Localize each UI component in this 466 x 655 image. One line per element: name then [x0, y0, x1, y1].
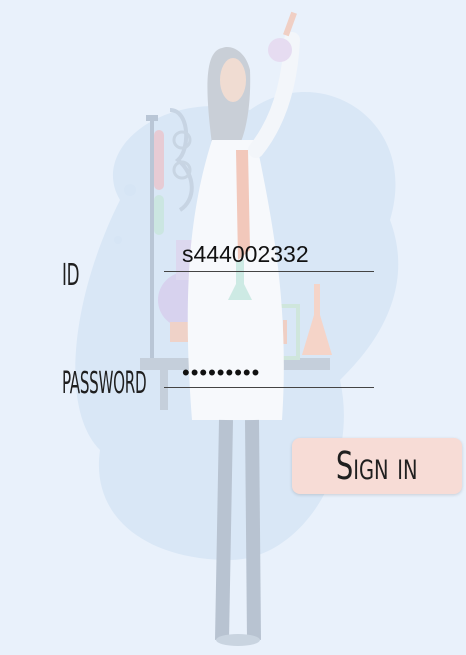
id-label: ID	[62, 258, 80, 293]
id-field[interactable]	[164, 240, 374, 272]
sign-in-label: Sign in	[336, 444, 418, 488]
password-field[interactable]	[164, 360, 374, 388]
password-label: Password	[62, 366, 147, 401]
sign-in-button[interactable]: Sign in	[292, 438, 462, 494]
scientist-illustration	[75, 11, 399, 646]
